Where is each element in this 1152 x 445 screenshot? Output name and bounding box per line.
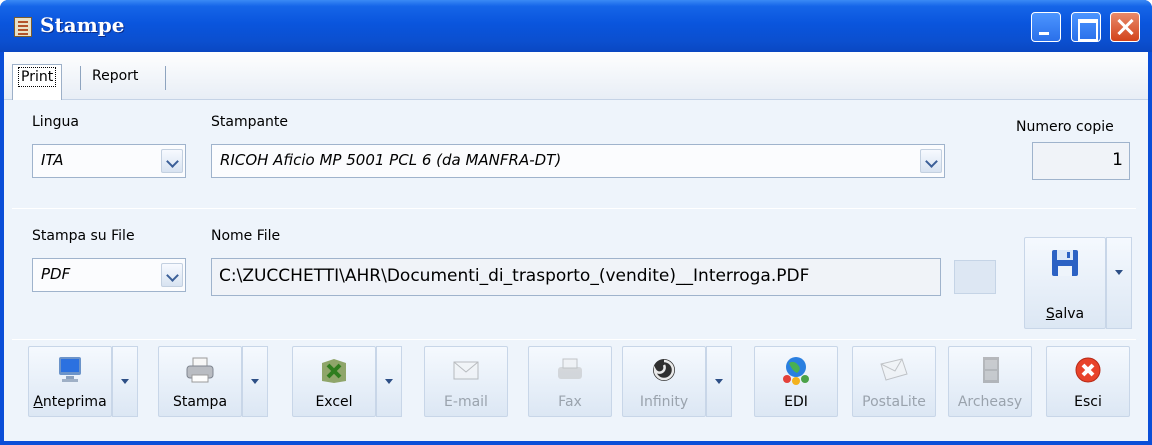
chevron-down-icon[interactable] [161,149,183,173]
file-format-select[interactable]: PDF [32,258,186,292]
stampante-label: Stampante [211,114,289,130]
tab-separator [80,66,81,90]
fax-icon [558,358,582,379]
edi-label: EDI [784,394,808,410]
fax-button[interactable]: Fax [528,346,612,417]
tab-print[interactable]: Print [12,64,63,100]
copies-label: Numero copie [1016,119,1114,135]
chevron-down-icon[interactable] [161,263,183,287]
tab-strip: Print Report [4,52,1148,100]
browse-button[interactable] [954,260,996,294]
stampa-label: Stampa [172,394,228,410]
lingua-value: ITA [41,151,64,169]
client-area: Print Report Lingua ITA Stampante RICOH … [4,52,1148,441]
chevron-down-icon[interactable] [920,149,942,173]
salva-dropdown[interactable] [1106,237,1132,329]
stampa-su-file-label: Stampa su File [32,228,135,244]
excel-label: Excel [315,394,353,410]
postalite-label: PostaLite [862,394,926,410]
email-label: E-mail [444,394,488,410]
infinity-dropdown[interactable] [706,346,732,417]
floppy-disk-icon [1052,250,1078,276]
stampante-value: RICOH Aficio MP 5001 PCL 6 (da MANFRA-DT… [220,151,562,169]
postalite-icon [880,358,908,381]
copies-input[interactable]: 1 [1032,142,1130,180]
cabinet-icon [983,357,999,383]
infinity-icon [653,359,675,381]
excel-button[interactable]: Excel [292,346,376,417]
salva-label: Salva [1045,306,1085,322]
esci-label: Esci [1074,394,1102,410]
esci-button[interactable]: Esci [1046,346,1130,417]
app-icon[interactable] [14,17,32,37]
postalite-button[interactable]: PostaLite [852,346,936,417]
lingua-select[interactable]: ITA [32,144,186,178]
tab-report[interactable]: Report [86,64,144,90]
close-window-button[interactable] [1110,12,1140,42]
stampa-button[interactable]: Stampa [158,346,242,417]
anteprima-dropdown[interactable] [112,346,138,417]
infinity-label: Infinity [639,394,689,410]
edi-button[interactable]: EDI [754,346,838,417]
window-title: Stampe [40,13,125,37]
close-icon [1075,357,1101,383]
divider [12,208,1136,209]
monitor-icon [59,357,81,382]
divider [12,339,1136,340]
title-bar[interactable]: Stampe [0,0,1152,52]
salva-button[interactable]: Salva [1024,237,1106,329]
anteprima-label: Anteprima [33,394,107,410]
anteprima-button[interactable]: Anteprima [28,346,112,417]
archeasy-label: Archeasy [957,394,1023,410]
excel-dropdown[interactable] [376,346,402,417]
file-format-value: PDF [41,265,71,283]
printer-icon [186,357,214,383]
email-button[interactable]: E-mail [424,346,508,417]
nome-file-label: Nome File [211,228,281,244]
infinity-button[interactable]: Infinity [622,346,706,417]
lingua-label: Lingua [32,114,79,130]
minimize-button[interactable] [1031,12,1061,42]
stampante-select[interactable]: RICOH Aficio MP 5001 PCL 6 (da MANFRA-DT… [211,144,945,178]
maximize-button[interactable] [1071,12,1101,42]
archeasy-button[interactable]: Archeasy [948,346,1032,417]
tab-print-label: Print [17,67,57,87]
envelope-icon [453,361,479,380]
excel-icon [322,359,346,383]
globe-people-icon [783,357,809,385]
window: Stampe Print Report Lingua ITA Stampante… [0,0,1152,445]
fax-label: Fax [558,394,582,410]
tab-separator [165,66,166,90]
nome-file-input[interactable]: C:\ZUCCHETTI\AHR\Documenti_di_trasporto_… [211,258,941,296]
stampa-dropdown[interactable] [242,346,268,417]
